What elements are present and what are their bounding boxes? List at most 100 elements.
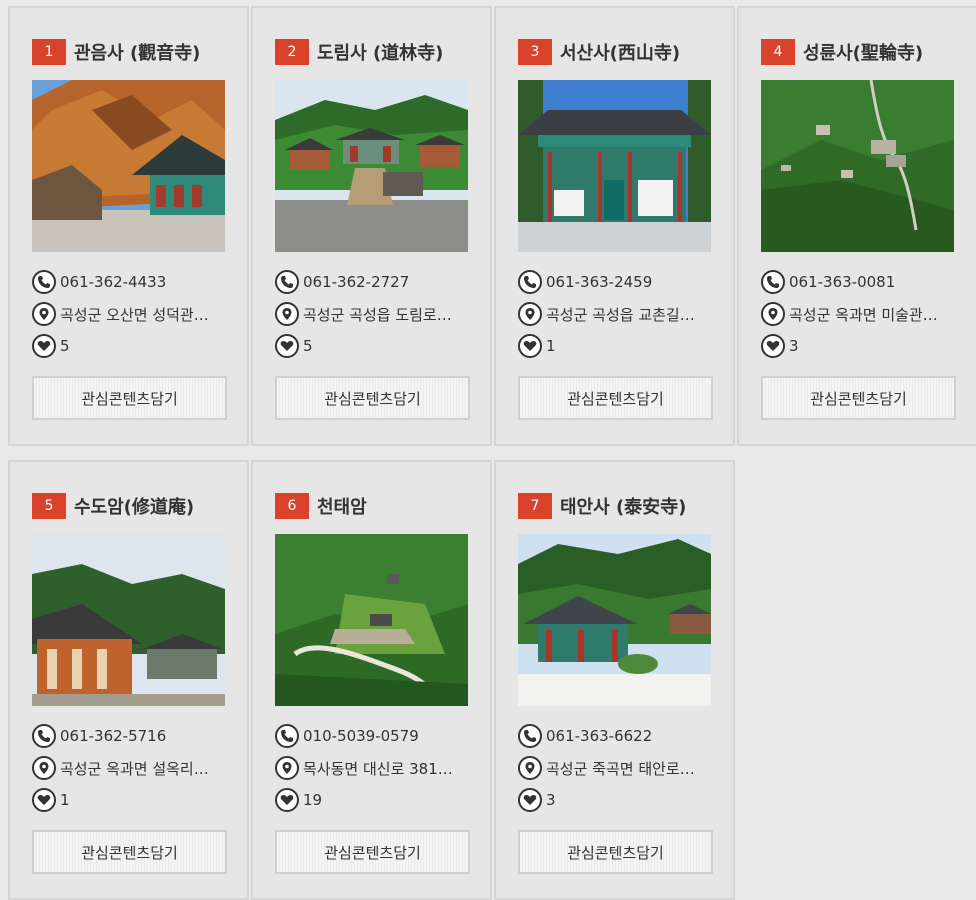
add-favorite-button[interactable]: 관심콘텐츠담기 [518,376,713,420]
temple-card: 5 수도암(修道庵) 061-362-5716 곡성군 옥과면 설옥리… 1 관… [8,460,249,900]
phone-row: 061-362-2727 [275,266,475,298]
card-header: 2 도림사 (道林寺) [275,38,443,66]
likes-row: 19 [275,784,475,816]
address-row: 곡성군 옥과면 미술관… [761,298,961,330]
number-badge: 4 [761,39,795,65]
card-info: 061-363-2459 곡성군 곡성읍 교촌길… 1 [518,266,718,362]
temple-card: 4 성륜사(聖輪寺) 061-363-0081 곡성군 옥과면 미술관… 3 관… [737,6,976,446]
address-row: 곡성군 죽곡면 태안로… [518,752,718,784]
temple-forest-photo[interactable] [518,534,711,706]
card-info: 010-5039-0579 목사동면 대신로 381… 19 [275,720,475,816]
address-row: 목사동면 대신로 381… [275,752,475,784]
temple-card: 6 천태암 010-5039-0579 목사동면 대신로 381… 19 관심콘… [251,460,492,900]
heart-icon [518,334,542,358]
likes-row: 3 [518,784,718,816]
temple-hall-photo[interactable] [518,80,711,252]
address-row: 곡성군 옥과면 설옥리… [32,752,232,784]
like-count: 5 [60,337,70,355]
add-favorite-button[interactable]: 관심콘텐츠담기 [32,376,227,420]
phone-row: 061-363-2459 [518,266,718,298]
like-count: 1 [60,791,70,809]
add-favorite-button[interactable]: 관심콘텐츠담기 [761,376,956,420]
card-header: 5 수도암(修道庵) [32,492,194,520]
add-favorite-button[interactable]: 관심콘텐츠담기 [275,830,470,874]
location-pin-icon [32,302,56,326]
location-pin-icon [761,302,785,326]
phone-icon [518,270,542,294]
temple-aerial-photo[interactable] [761,80,954,252]
heart-icon [32,334,56,358]
card-info: 061-363-6622 곡성군 죽곡면 태안로… 3 [518,720,718,816]
card-header: 7 태안사 (泰安寺) [518,492,686,520]
number-badge: 1 [32,39,66,65]
phone-number: 061-363-2459 [546,273,653,291]
address-row: 곡성군 오산면 성덕관… [32,298,232,330]
address-text: 곡성군 옥과면 설옥리… [60,759,209,778]
address-text: 곡성군 곡성읍 교촌길… [546,305,695,324]
card-header: 1 관음사 (觀音寺) [32,38,200,66]
number-badge: 5 [32,493,66,519]
likes-row: 5 [275,330,475,362]
card-info: 061-362-4433 곡성군 오산면 성덕관… 5 [32,266,232,362]
phone-row: 061-363-0081 [761,266,961,298]
location-pin-icon [275,302,299,326]
phone-number: 061-363-0081 [789,273,896,291]
address-row: 곡성군 곡성읍 교촌길… [518,298,718,330]
phone-row: 061-363-6622 [518,720,718,752]
card-info: 061-362-2727 곡성군 곡성읍 도림로… 5 [275,266,475,362]
card-title[interactable]: 천태암 [317,493,367,519]
phone-number: 061-362-5716 [60,727,167,745]
number-badge: 7 [518,493,552,519]
temple-card: 2 도림사 (道林寺) 061-362-2727 곡성군 곡성읍 도림로… 5 … [251,6,492,446]
temple-autumn-photo[interactable] [32,80,225,252]
like-count: 5 [303,337,313,355]
card-title[interactable]: 태안사 (泰安寺) [560,493,686,519]
phone-icon [275,724,299,748]
likes-row: 5 [32,330,232,362]
number-badge: 3 [518,39,552,65]
card-header: 3 서산사(西山寺) [518,38,680,66]
like-count: 3 [789,337,799,355]
card-title[interactable]: 수도암(修道庵) [74,493,194,519]
phone-icon [32,270,56,294]
heart-icon [32,788,56,812]
temple-card: 1 관음사 (觀音寺) 061-362-4433 곡성군 오산면 성덕관… 5 … [8,6,249,446]
add-favorite-button[interactable]: 관심콘텐츠담기 [32,830,227,874]
temple-card: 7 태안사 (泰安寺) 061-363-6622 곡성군 죽곡면 태안로… 3 … [494,460,735,900]
address-row: 곡성군 곡성읍 도림로… [275,298,475,330]
card-title[interactable]: 서산사(西山寺) [560,39,680,65]
heart-icon [275,788,299,812]
mountain-hermitage-photo[interactable] [275,534,468,706]
likes-row: 3 [761,330,961,362]
location-pin-icon [32,756,56,780]
card-title[interactable]: 관음사 (觀音寺) [74,39,200,65]
temple-courtyard-photo[interactable] [275,80,468,252]
card-info: 061-362-5716 곡성군 옥과면 설옥리… 1 [32,720,232,816]
like-count: 19 [303,791,323,809]
card-header: 6 천태암 [275,492,367,520]
phone-icon [32,724,56,748]
location-pin-icon [518,756,542,780]
card-title[interactable]: 도림사 (道林寺) [317,39,443,65]
hermitage-photo[interactable] [32,534,225,706]
heart-icon [518,788,542,812]
phone-number: 061-362-4433 [60,273,167,291]
address-text: 곡성군 옥과면 미술관… [789,305,938,324]
card-header: 4 성륜사(聖輪寺) [761,38,923,66]
add-favorite-button[interactable]: 관심콘텐츠담기 [518,830,713,874]
heart-icon [275,334,299,358]
location-pin-icon [275,756,299,780]
likes-row: 1 [518,330,718,362]
add-favorite-button[interactable]: 관심콘텐츠담기 [275,376,470,420]
phone-row: 010-5039-0579 [275,720,475,752]
address-text: 곡성군 곡성읍 도림로… [303,305,452,324]
like-count: 3 [546,791,556,809]
address-text: 곡성군 죽곡면 태안로… [546,759,695,778]
phone-row: 061-362-5716 [32,720,232,752]
temple-card: 3 서산사(西山寺) 061-363-2459 곡성군 곡성읍 교촌길… 1 관… [494,6,735,446]
heart-icon [761,334,785,358]
phone-icon [275,270,299,294]
address-text: 곡성군 오산면 성덕관… [60,305,209,324]
number-badge: 2 [275,39,309,65]
card-title[interactable]: 성륜사(聖輪寺) [803,39,923,65]
